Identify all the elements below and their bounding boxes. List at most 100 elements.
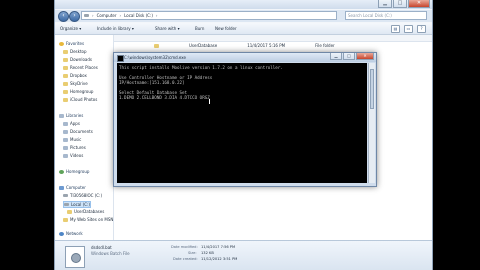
nav-label: Homegroup (70, 89, 94, 94)
star-icon (59, 41, 64, 46)
console-line: This script installs Moolive version 1.7… (119, 65, 283, 70)
view-options-icon[interactable]: ▤ (391, 25, 400, 33)
nav-item-dropbox[interactable]: Dropbox (63, 73, 87, 78)
forward-icon[interactable]: › (69, 11, 80, 22)
desktop-background: ▁ □ ✕ ‹ › › Computer › Local Disk (C:) ›… (0, 0, 480, 270)
explorer-titlebar: ▁ □ ✕ (55, 0, 432, 9)
nav-favorites-header[interactable]: Favorites (59, 41, 84, 46)
nav-item-downloads[interactable]: Downloads (63, 57, 92, 62)
nav-item-skydrive[interactable]: SkyDrive (63, 81, 88, 86)
address-row: ‹ › › Computer › Local Disk (C:) › Searc… (55, 10, 432, 22)
nav-network[interactable]: Network (59, 231, 83, 236)
nav-label: Pictures (70, 145, 86, 150)
breadcrumb-local-disk[interactable]: Local Disk (C:) (124, 13, 153, 18)
window-controls: ▁ □ ✕ (377, 0, 430, 8)
console-window: C:\windows\system32\cmd.exe ▁ □ ✕ This s… (113, 52, 377, 187)
console-scrollbar[interactable] (368, 63, 375, 183)
size-value: 132 KB (201, 251, 214, 255)
nav-label: Music (70, 137, 82, 142)
nav-item-desktop[interactable]: Desktop (63, 49, 87, 54)
dropbox-icon (63, 73, 68, 78)
nav-label: Desktop (70, 49, 87, 54)
view-controls: ▤ ▭ ? (391, 25, 426, 33)
date-created-value: 11/12/2012 3:51 PM (201, 257, 238, 261)
downloads-icon (63, 57, 68, 62)
date-created-label: Date created: (173, 257, 198, 261)
details-pane: dsdsdl.bat Windows Batch File Date modif… (55, 240, 432, 270)
nav-libraries-header[interactable]: Libraries (59, 113, 83, 118)
nav-item-videos[interactable]: Videos (63, 153, 83, 158)
console-icon (117, 55, 124, 62)
icloud-photos-icon (63, 97, 68, 102)
share-with-button[interactable]: Share with ▾ (155, 26, 180, 31)
list-item[interactable]: UserDatabase 11/4/2017 5:16 PM File fold… (154, 43, 335, 48)
recent-places-icon (63, 65, 68, 70)
navigation-pane: Favorites Desktop Downloads Recent Place… (55, 35, 114, 240)
drive-icon (63, 194, 68, 197)
breadcrumb-computer[interactable]: Computer (97, 13, 117, 18)
libraries-icon (59, 113, 64, 118)
address-bar[interactable]: › Computer › Local Disk (C:) › (81, 11, 337, 20)
nav-homegroup[interactable]: Homegroup (59, 169, 89, 174)
console-close-button[interactable]: ✕ (356, 53, 374, 60)
maximize-button[interactable]: □ (393, 0, 407, 8)
nav-item-homegroup-fav[interactable]: Homegroup (63, 89, 93, 94)
scrollbar-thumb[interactable] (370, 69, 374, 109)
minimize-button[interactable]: ▁ (378, 0, 392, 8)
console-minimize-button[interactable]: ▁ (330, 53, 342, 60)
nav-item-documents[interactable]: Documents (63, 129, 93, 134)
nav-item-pictures[interactable]: Pictures (63, 145, 86, 150)
date-modified-label: Date modified: (171, 245, 198, 249)
console-output[interactable]: This script installs Moolive version 1.7… (117, 63, 367, 183)
nav-label: My Web Sites on MSN (70, 217, 114, 222)
file-name: UserDatabase (189, 43, 218, 48)
burn-button[interactable]: Burn (195, 26, 204, 31)
nav-label: Documents (70, 129, 93, 134)
nav-item-web-sites[interactable]: My Web Sites on MSN (63, 217, 113, 222)
console-window-controls: ▁ □ ✕ (329, 53, 374, 60)
computer-icon (59, 185, 64, 190)
folder-icon (154, 43, 159, 48)
drive-icon (64, 203, 69, 206)
console-maximize-button[interactable]: □ (343, 53, 355, 60)
console-line: IP/Hostname:[151.168.0.22] (119, 80, 185, 85)
new-folder-button[interactable]: New folder (215, 26, 237, 31)
nav-item-local-disk[interactable]: Local (C:) (63, 201, 91, 208)
column-headers (114, 35, 432, 42)
details-file-name: dsdsdl.bat (91, 245, 112, 250)
nav-item-userdatabases[interactable]: UserDatabases (67, 209, 104, 214)
command-toolbar: Organize ▾ Include in library ▾ Share wi… (55, 23, 432, 35)
nav-label: Downloads (70, 57, 92, 62)
console-title: C:\windows\system32\cmd.exe (124, 55, 186, 60)
search-input[interactable]: Search Local Disk (C:) (345, 11, 427, 20)
back-icon[interactable]: ‹ (58, 11, 69, 22)
music-icon (63, 137, 68, 142)
nav-item-apps[interactable]: Apps (63, 121, 80, 126)
homegroup-icon (63, 89, 68, 94)
organize-button[interactable]: Organize ▾ (60, 26, 81, 31)
nav-item-recent-places[interactable]: Recent Places (63, 65, 98, 70)
console-titlebar[interactable]: C:\windows\system32\cmd.exe ▁ □ ✕ (114, 53, 376, 62)
date-modified-value: 11/4/2017 7:56 PM (201, 245, 236, 249)
nav-computer-header[interactable]: Computer (59, 185, 86, 190)
nav-label: Videos (70, 153, 84, 158)
apps-icon (63, 121, 68, 126)
nav-label: TI30568IOC (C:) (70, 193, 103, 198)
nav-item-music[interactable]: Music (63, 137, 81, 142)
nav-item-drive-ti[interactable]: TI30568IOC (C:) (63, 193, 102, 198)
nav-label: iCloud Photos (70, 97, 98, 102)
file-type: File folder (315, 43, 335, 48)
close-button[interactable]: ✕ (408, 0, 430, 8)
nav-label: Recent Places (70, 65, 98, 70)
include-in-library-button[interactable]: Include in library ▾ (97, 26, 134, 31)
size-label: Size: (188, 251, 197, 255)
chevron-right-icon: › (155, 13, 158, 18)
help-icon[interactable]: ? (417, 25, 426, 33)
nav-item-icloud-photos[interactable]: iCloud Photos (63, 97, 97, 102)
text-cursor (209, 99, 213, 104)
nav-label: Computer (66, 185, 86, 190)
preview-pane-icon[interactable]: ▭ (404, 25, 413, 33)
nav-label: UserDatabases (74, 209, 105, 214)
chevron-right-icon: › (92, 13, 94, 18)
chevron-right-icon: › (119, 13, 122, 18)
